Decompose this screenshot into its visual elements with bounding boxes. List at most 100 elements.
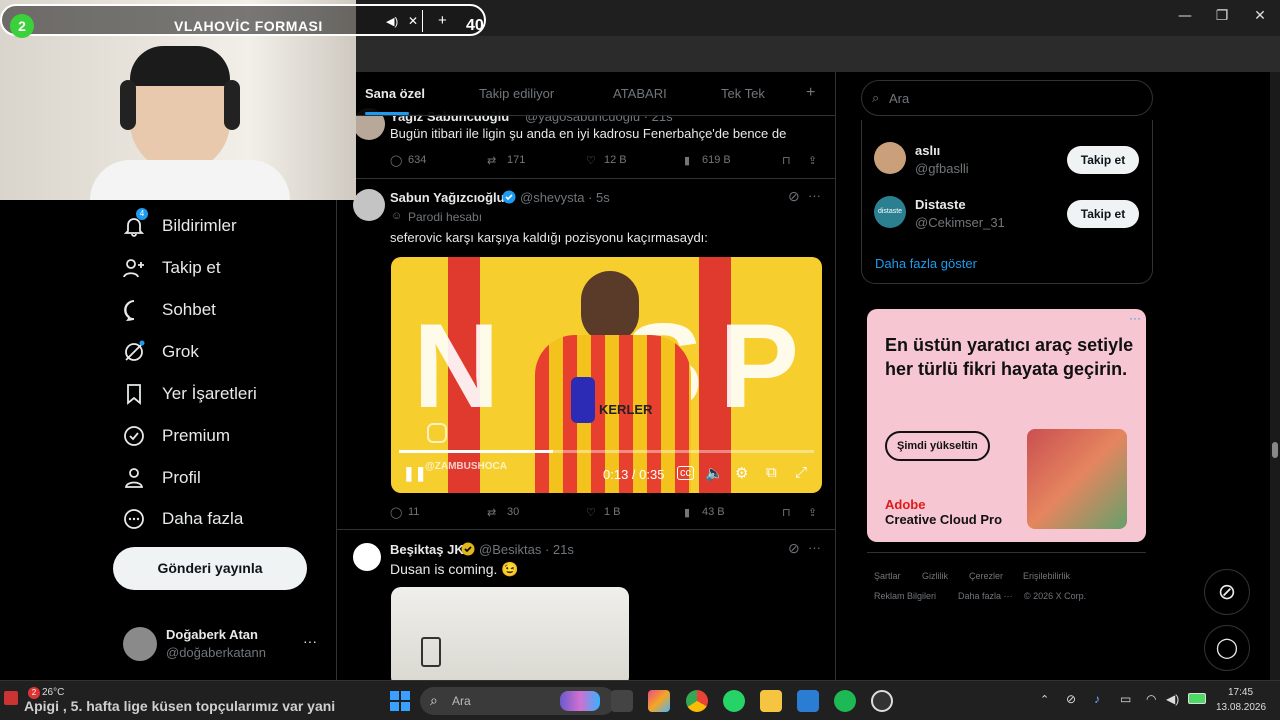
nav-notifications[interactable]: 4 Bildirimler	[122, 208, 237, 242]
show-more-link[interactable]: Daha fazla göster	[875, 256, 977, 271]
tweet[interactable]: Sabun Yağızcıoğlu @shevysta · 5s ⊘ ··· ☺…	[337, 179, 835, 530]
instagram-watermark-icon	[427, 423, 447, 443]
footer-link[interactable]: Gizlilik	[922, 571, 948, 581]
app-tray-icon[interactable]	[4, 691, 18, 705]
tweet-avatar[interactable]	[353, 189, 385, 221]
whatsapp-icon[interactable]	[723, 690, 745, 712]
retweet-icon[interactable]: ⇄	[487, 154, 496, 167]
tweet-avatar[interactable]	[351, 541, 383, 573]
nav-label: Sohbet	[162, 300, 216, 319]
stream-goal-title: VLAHOVİC FORMASI	[174, 18, 323, 34]
grok-tweet-icon[interactable]: ⊘	[788, 188, 800, 205]
plus-icon: +	[438, 12, 447, 29]
reply-icon[interactable]: ◯	[390, 154, 402, 167]
nav-chat[interactable]: Sohbet	[122, 294, 216, 326]
microphone-icon[interactable]: ♪	[1094, 692, 1100, 706]
tweet-author-name[interactable]: Beşiktaş JK	[390, 542, 464, 557]
chrome-icon[interactable]	[686, 690, 708, 712]
tweet-media[interactable]	[391, 587, 629, 680]
video-player[interactable]: N S P KERLER @ZAMBUSHOCA ❚❚ 0:13 / 0:35 …	[391, 257, 822, 493]
footer-link[interactable]: Şartlar	[874, 571, 901, 581]
share-icon[interactable]: ⇪	[808, 154, 817, 167]
follow-button[interactable]: Takip et	[1067, 200, 1139, 228]
like-icon[interactable]: ♡	[586, 154, 596, 167]
account-menu-icon[interactable]: ···	[303, 633, 317, 649]
account-avatar[interactable]	[123, 627, 157, 661]
nav-follow[interactable]: Takip et	[122, 252, 221, 284]
bookmark-icon[interactable]: ⊓	[782, 154, 791, 167]
close-window-button[interactable]: ✕	[1249, 8, 1271, 26]
tab-atabari[interactable]: ATABARI	[613, 86, 667, 101]
footer-link[interactable]: Reklam Bilgileri	[874, 591, 936, 601]
reply-count: 11	[408, 506, 420, 518]
messages-floating-icon[interactable]: ◯	[1204, 625, 1250, 671]
spotify-icon[interactable]	[834, 690, 856, 712]
views-icon[interactable]: ▮	[684, 154, 690, 167]
nav-bookmarks[interactable]: Yer İşaretleri	[122, 378, 257, 410]
captions-icon[interactable]: cc	[677, 466, 694, 480]
clock-date[interactable]: 13.08.2026	[1216, 702, 1266, 713]
tab-for-you[interactable]: Sana özel	[365, 86, 425, 101]
suggestion-avatar[interactable]	[874, 142, 906, 174]
bookmark-icon[interactable]: ⊓	[782, 506, 791, 519]
tweet-author-handle[interactable]: @Besiktas · 21s	[479, 542, 574, 557]
views-icon[interactable]: ▮	[684, 506, 690, 519]
windows-start-icon[interactable]	[390, 691, 410, 711]
page-scrollbar[interactable]	[1270, 72, 1280, 680]
promoted-ad[interactable]: ··· En üstün yaratıcı araç setiyle her t…	[867, 309, 1146, 542]
pip-icon[interactable]: ⧉	[766, 464, 777, 481]
retweet-icon[interactable]: ⇄	[487, 506, 496, 519]
settings-icon[interactable]: ⚙	[735, 464, 748, 482]
tweet-author-handle[interactable]: @shevysta · 5s	[520, 190, 610, 205]
display-icon[interactable]: ▭	[1120, 692, 1131, 706]
volume-icon[interactable]: 🔈	[705, 464, 724, 482]
headset-right	[224, 80, 240, 130]
nav-grok[interactable]: Grok	[122, 336, 199, 368]
nav-profile[interactable]: Profil	[122, 462, 201, 494]
reply-icon[interactable]: ◯	[390, 506, 402, 519]
search-input[interactable]: ⌕ Ara	[861, 80, 1153, 116]
share-icon[interactable]: ⇪	[808, 506, 817, 519]
grok-floating-icon[interactable]: ⊘	[1204, 569, 1250, 615]
weather-temp[interactable]: 26°C	[42, 687, 64, 698]
footer-link[interactable]: Erişilebilirlik	[1023, 571, 1070, 581]
suggestion-name[interactable]: aslıı	[915, 143, 940, 158]
ad-more-icon[interactable]: ···	[1129, 311, 1141, 325]
nav-premium[interactable]: Premium	[122, 420, 230, 452]
scrollbar-thumb[interactable]	[1272, 442, 1278, 458]
follow-button[interactable]: Takip et	[1067, 146, 1139, 174]
suggestion-name[interactable]: Distaste	[915, 197, 966, 212]
tweet-author-name[interactable]: Sabun Yağızcıoğlu	[390, 190, 505, 205]
grok-tweet-icon[interactable]: ⊘	[788, 540, 800, 557]
wifi-icon[interactable]: ◠	[1146, 692, 1156, 706]
clock-time[interactable]: 17:45	[1228, 687, 1253, 698]
like-icon[interactable]: ♡	[586, 506, 596, 519]
tray-app-icon[interactable]	[871, 690, 893, 712]
footer-link[interactable]: Çerezler	[969, 571, 1003, 581]
minimize-button[interactable]: —	[1174, 8, 1196, 26]
tab-tek-tek[interactable]: Tek Tek	[721, 86, 765, 101]
footer-link[interactable]: Daha fazla ···	[958, 591, 1013, 601]
post-button[interactable]: Gönderi yayınla	[113, 547, 307, 590]
volume-icon[interactable]: ◀)	[1166, 692, 1179, 706]
battery-icon[interactable]	[1188, 693, 1206, 704]
nav-more[interactable]: Daha fazla	[122, 503, 243, 535]
tab-following[interactable]: Takip ediliyor	[479, 86, 554, 101]
chevron-up-icon[interactable]: ⌃	[1040, 693, 1049, 706]
task-view-icon[interactable]	[611, 690, 633, 712]
add-tab-button[interactable]: +	[806, 84, 815, 102]
store-icon[interactable]	[797, 690, 819, 712]
tweet-more-icon[interactable]: ···	[808, 540, 821, 555]
taskbar-search[interactable]: ⌕ Ara	[420, 687, 616, 715]
tweet[interactable]: Beşiktaş JK @Besiktas · 21s ⊘ ··· Dusan …	[337, 530, 835, 680]
pause-icon[interactable]: ❚❚	[403, 465, 426, 482]
ad-cta-button[interactable]: Şimdi yükseltin	[885, 431, 990, 461]
file-explorer-icon[interactable]	[760, 690, 782, 712]
suggestion-avatar[interactable]: distaste	[874, 196, 906, 228]
copilot-icon[interactable]	[648, 690, 670, 712]
fullscreen-icon[interactable]: ⤢	[795, 464, 807, 481]
network-off-icon[interactable]: ⊘	[1066, 692, 1076, 706]
tweet-more-icon[interactable]: ···	[808, 188, 821, 203]
video-progress-track[interactable]	[399, 450, 814, 453]
maximize-button[interactable]: ❐	[1211, 8, 1233, 26]
